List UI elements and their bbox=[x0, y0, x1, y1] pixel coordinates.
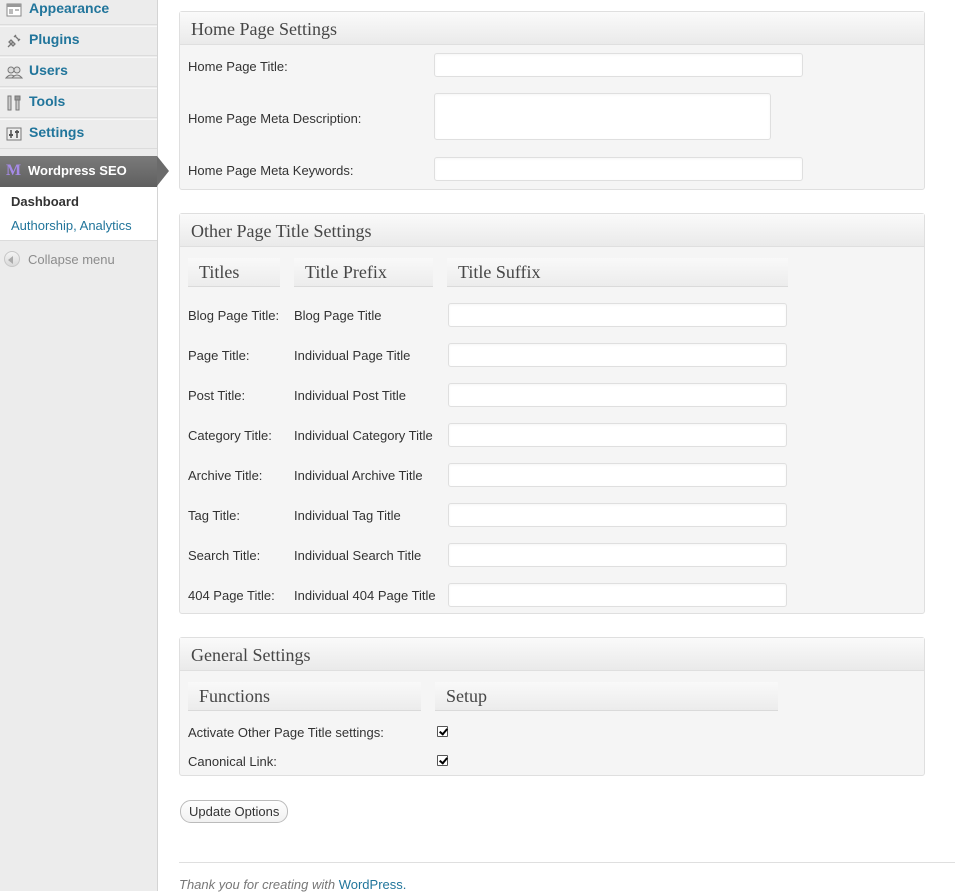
menu-item-tools[interactable]: Tools bbox=[0, 88, 157, 118]
row-title-label: Tag Title: bbox=[188, 508, 241, 523]
column-header-setup: Setup bbox=[435, 682, 778, 711]
activate-other-page-title-checkbox[interactable] bbox=[437, 726, 448, 737]
menu-item-settings[interactable]: Settings bbox=[0, 119, 157, 149]
menu-item-label: Users bbox=[29, 62, 68, 78]
appearance-icon bbox=[5, 1, 23, 19]
active-menu-arrow-icon bbox=[157, 156, 169, 186]
menu-item-wordpress-seo[interactable]: M Wordpress SEO bbox=[0, 156, 157, 187]
menu-item-plugins[interactable]: Plugins bbox=[0, 26, 157, 56]
submenu-item-dashboard[interactable]: Dashboard bbox=[11, 194, 79, 209]
row-title-prefix: Individual Category Title bbox=[294, 428, 433, 443]
settings-icon bbox=[5, 125, 23, 143]
menu-item-label: Settings bbox=[29, 124, 85, 140]
canonical-link-label: Canonical Link: bbox=[188, 754, 277, 769]
row-title-label: Category Title: bbox=[188, 428, 272, 443]
row-title-prefix: Individual Tag Title bbox=[294, 508, 401, 523]
seo-submenu: Dashboard Authorship, Analytics bbox=[0, 187, 157, 241]
row-title-suffix-input[interactable] bbox=[448, 503, 787, 527]
admin-sidebar: Appearance Plugins Users Tools Settings … bbox=[0, 0, 158, 891]
submenu-item-authorship-analytics[interactable]: Authorship, Analytics bbox=[11, 218, 132, 233]
home-page-meta-keywords-label: Home Page Meta Keywords: bbox=[188, 163, 354, 178]
panel-title: Home Page Settings bbox=[191, 19, 337, 39]
menu-item-label: Plugins bbox=[29, 31, 80, 47]
menu-item-label: Appearance bbox=[29, 0, 110, 16]
users-icon bbox=[4, 63, 24, 81]
row-title-suffix-input[interactable] bbox=[448, 583, 787, 607]
row-title-label: Blog Page Title: bbox=[188, 308, 280, 323]
panel-header: General Settings bbox=[180, 638, 924, 671]
row-title-label: Archive Title: bbox=[188, 468, 263, 483]
menu-item-users[interactable]: Users bbox=[0, 57, 157, 87]
row-title-prefix: Individual Page Title bbox=[294, 348, 411, 363]
row-title-prefix: Individual Search Title bbox=[294, 548, 422, 563]
row-title-suffix-input[interactable] bbox=[448, 303, 787, 327]
row-title-label: Page Title: bbox=[188, 348, 250, 363]
row-title-prefix: Blog Page Title bbox=[294, 308, 382, 323]
row-title-label: Post Title: bbox=[188, 388, 246, 403]
menu-item-label: Wordpress SEO bbox=[28, 163, 127, 178]
row-title-suffix-input[interactable] bbox=[448, 343, 787, 367]
panel-title: Other Page Title Settings bbox=[191, 221, 372, 241]
row-title-prefix: Individual Post Title bbox=[294, 388, 407, 403]
collapse-menu-label: Collapse menu bbox=[28, 252, 115, 267]
row-title-suffix-input[interactable] bbox=[448, 383, 787, 407]
column-header-titles: Titles bbox=[188, 258, 280, 287]
panel-header: Home Page Settings bbox=[180, 12, 924, 45]
menu-item-label: Tools bbox=[29, 93, 66, 109]
footer-thanks: Thank you for creating with bbox=[179, 877, 339, 892]
row-title-suffix-input[interactable] bbox=[448, 423, 787, 447]
row-title-prefix: Individual 404 Page Title bbox=[294, 588, 436, 603]
home-page-title-input[interactable] bbox=[434, 53, 803, 77]
other-page-title-settings-panel: Other Page Title Settings Titles Title P… bbox=[179, 213, 925, 614]
row-title-prefix: Individual Archive Title bbox=[294, 468, 423, 483]
row-title-suffix-input[interactable] bbox=[448, 463, 787, 487]
row-title-label: Search Title: bbox=[188, 548, 261, 563]
wordpress-link[interactable]: WordPress. bbox=[339, 877, 407, 892]
wordpress-seo-logo-icon: M bbox=[6, 162, 22, 179]
general-settings-panel: General Settings Functions Setup Activat… bbox=[179, 637, 925, 776]
home-page-title-label: Home Page Title: bbox=[188, 59, 288, 74]
column-header-functions: Functions bbox=[188, 682, 421, 711]
home-page-settings-panel: Home Page Settings Home Page Title: Home… bbox=[179, 11, 925, 190]
plugins-icon bbox=[5, 32, 23, 50]
update-options-button[interactable]: Update Options bbox=[180, 800, 289, 823]
footer-text: Thank you for creating with WordPress. bbox=[179, 877, 406, 892]
footer-divider bbox=[179, 862, 955, 863]
home-page-meta-description-label: Home Page Meta Description: bbox=[188, 111, 362, 126]
canonical-link-checkbox[interactable] bbox=[437, 755, 448, 766]
activate-other-page-title-label: Activate Other Page Title settings: bbox=[188, 725, 384, 740]
menu-item-appearance[interactable]: Appearance bbox=[0, 0, 157, 25]
column-header-title-prefix: Title Prefix bbox=[294, 258, 433, 287]
column-header-title-suffix: Title Suffix bbox=[447, 258, 788, 287]
row-title-label: 404 Page Title: bbox=[188, 588, 275, 603]
home-page-meta-description-textarea[interactable] bbox=[434, 93, 771, 140]
tools-icon bbox=[5, 94, 23, 112]
row-title-suffix-input[interactable] bbox=[448, 543, 787, 567]
panel-header: Other Page Title Settings bbox=[180, 214, 924, 247]
panel-title: General Settings bbox=[191, 645, 311, 665]
home-page-meta-keywords-input[interactable] bbox=[434, 157, 803, 181]
collapse-arrow-icon bbox=[4, 251, 20, 267]
